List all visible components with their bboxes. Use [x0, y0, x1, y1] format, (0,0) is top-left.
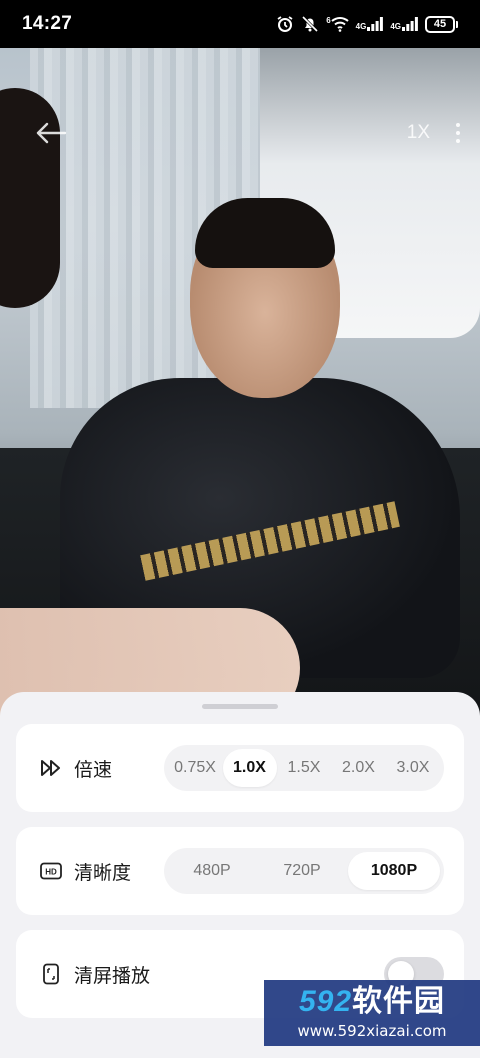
svg-text:HD: HD	[45, 868, 57, 877]
signal-icon: 4G	[356, 17, 384, 31]
watermark-logo: 592软件园 www.592xiazai.com	[264, 980, 480, 1046]
hd-icon: HD	[40, 862, 62, 880]
speed-label-group: 倍速	[40, 755, 164, 782]
quality-option-720p[interactable]: 720P	[258, 852, 346, 890]
speed-option-0.75x[interactable]: 0.75X	[168, 749, 222, 787]
battery-level: 45	[425, 15, 455, 33]
quality-label: 清晰度	[74, 862, 132, 884]
status-bar: 14:27 6 4G 4G 45	[0, 0, 480, 48]
quality-option-1080p[interactable]: 1080P	[348, 852, 440, 890]
watermark-number: 592	[298, 984, 353, 1018]
battery-icon: 45	[425, 15, 458, 33]
speed-option-1.0x[interactable]: 1.0X	[222, 749, 277, 787]
speed-option-1.5x[interactable]: 1.5X	[277, 749, 331, 787]
quality-card: HD 清晰度 480P 720P 1080P	[16, 827, 464, 915]
speed-indicator[interactable]: 1X	[407, 122, 430, 144]
watermark-title: 592软件园	[298, 984, 446, 1018]
quality-option-480p[interactable]: 480P	[168, 852, 256, 890]
video-topbar-right: 1X	[407, 122, 460, 144]
clean-mode-label: 清屏播放	[74, 965, 151, 987]
signal-icon: 4G	[390, 17, 418, 31]
video-topbar: 1X	[0, 108, 480, 158]
fast-forward-icon	[40, 758, 62, 778]
status-icons: 6 4G 4G 45	[276, 15, 458, 33]
video-player[interactable]: 1X	[0, 48, 480, 748]
mute-icon	[301, 15, 319, 33]
speed-card: 倍速 0.75X 1.0X 1.5X 2.0X 3.0X	[16, 724, 464, 812]
status-time: 14:27	[22, 13, 73, 34]
speed-label: 倍速	[74, 759, 113, 781]
sheet-drag-handle[interactable]	[202, 704, 278, 709]
speed-option-3.0x[interactable]: 3.0X	[386, 749, 440, 787]
network-label: 4G	[390, 22, 401, 31]
alarm-icon	[276, 15, 294, 33]
speed-selector: 0.75X 1.0X 1.5X 2.0X 3.0X	[164, 745, 444, 791]
back-arrow-icon[interactable]	[34, 116, 68, 150]
wifi-icon: 6	[326, 16, 349, 32]
quality-selector: 480P 720P 1080P	[164, 848, 444, 894]
network-label: 4G	[355, 22, 367, 31]
phone-frame-icon	[40, 963, 62, 985]
more-vertical-icon[interactable]	[456, 123, 460, 143]
clean-mode-label-group: 清屏播放	[40, 961, 164, 988]
speed-option-2.0x[interactable]: 2.0X	[332, 749, 386, 787]
watermark-url: www.592xiazai.com	[297, 1021, 447, 1040]
watermark-text: 软件园	[352, 984, 446, 1018]
quality-label-group: HD 清晰度	[40, 858, 164, 885]
video-frame-figure	[195, 198, 335, 268]
